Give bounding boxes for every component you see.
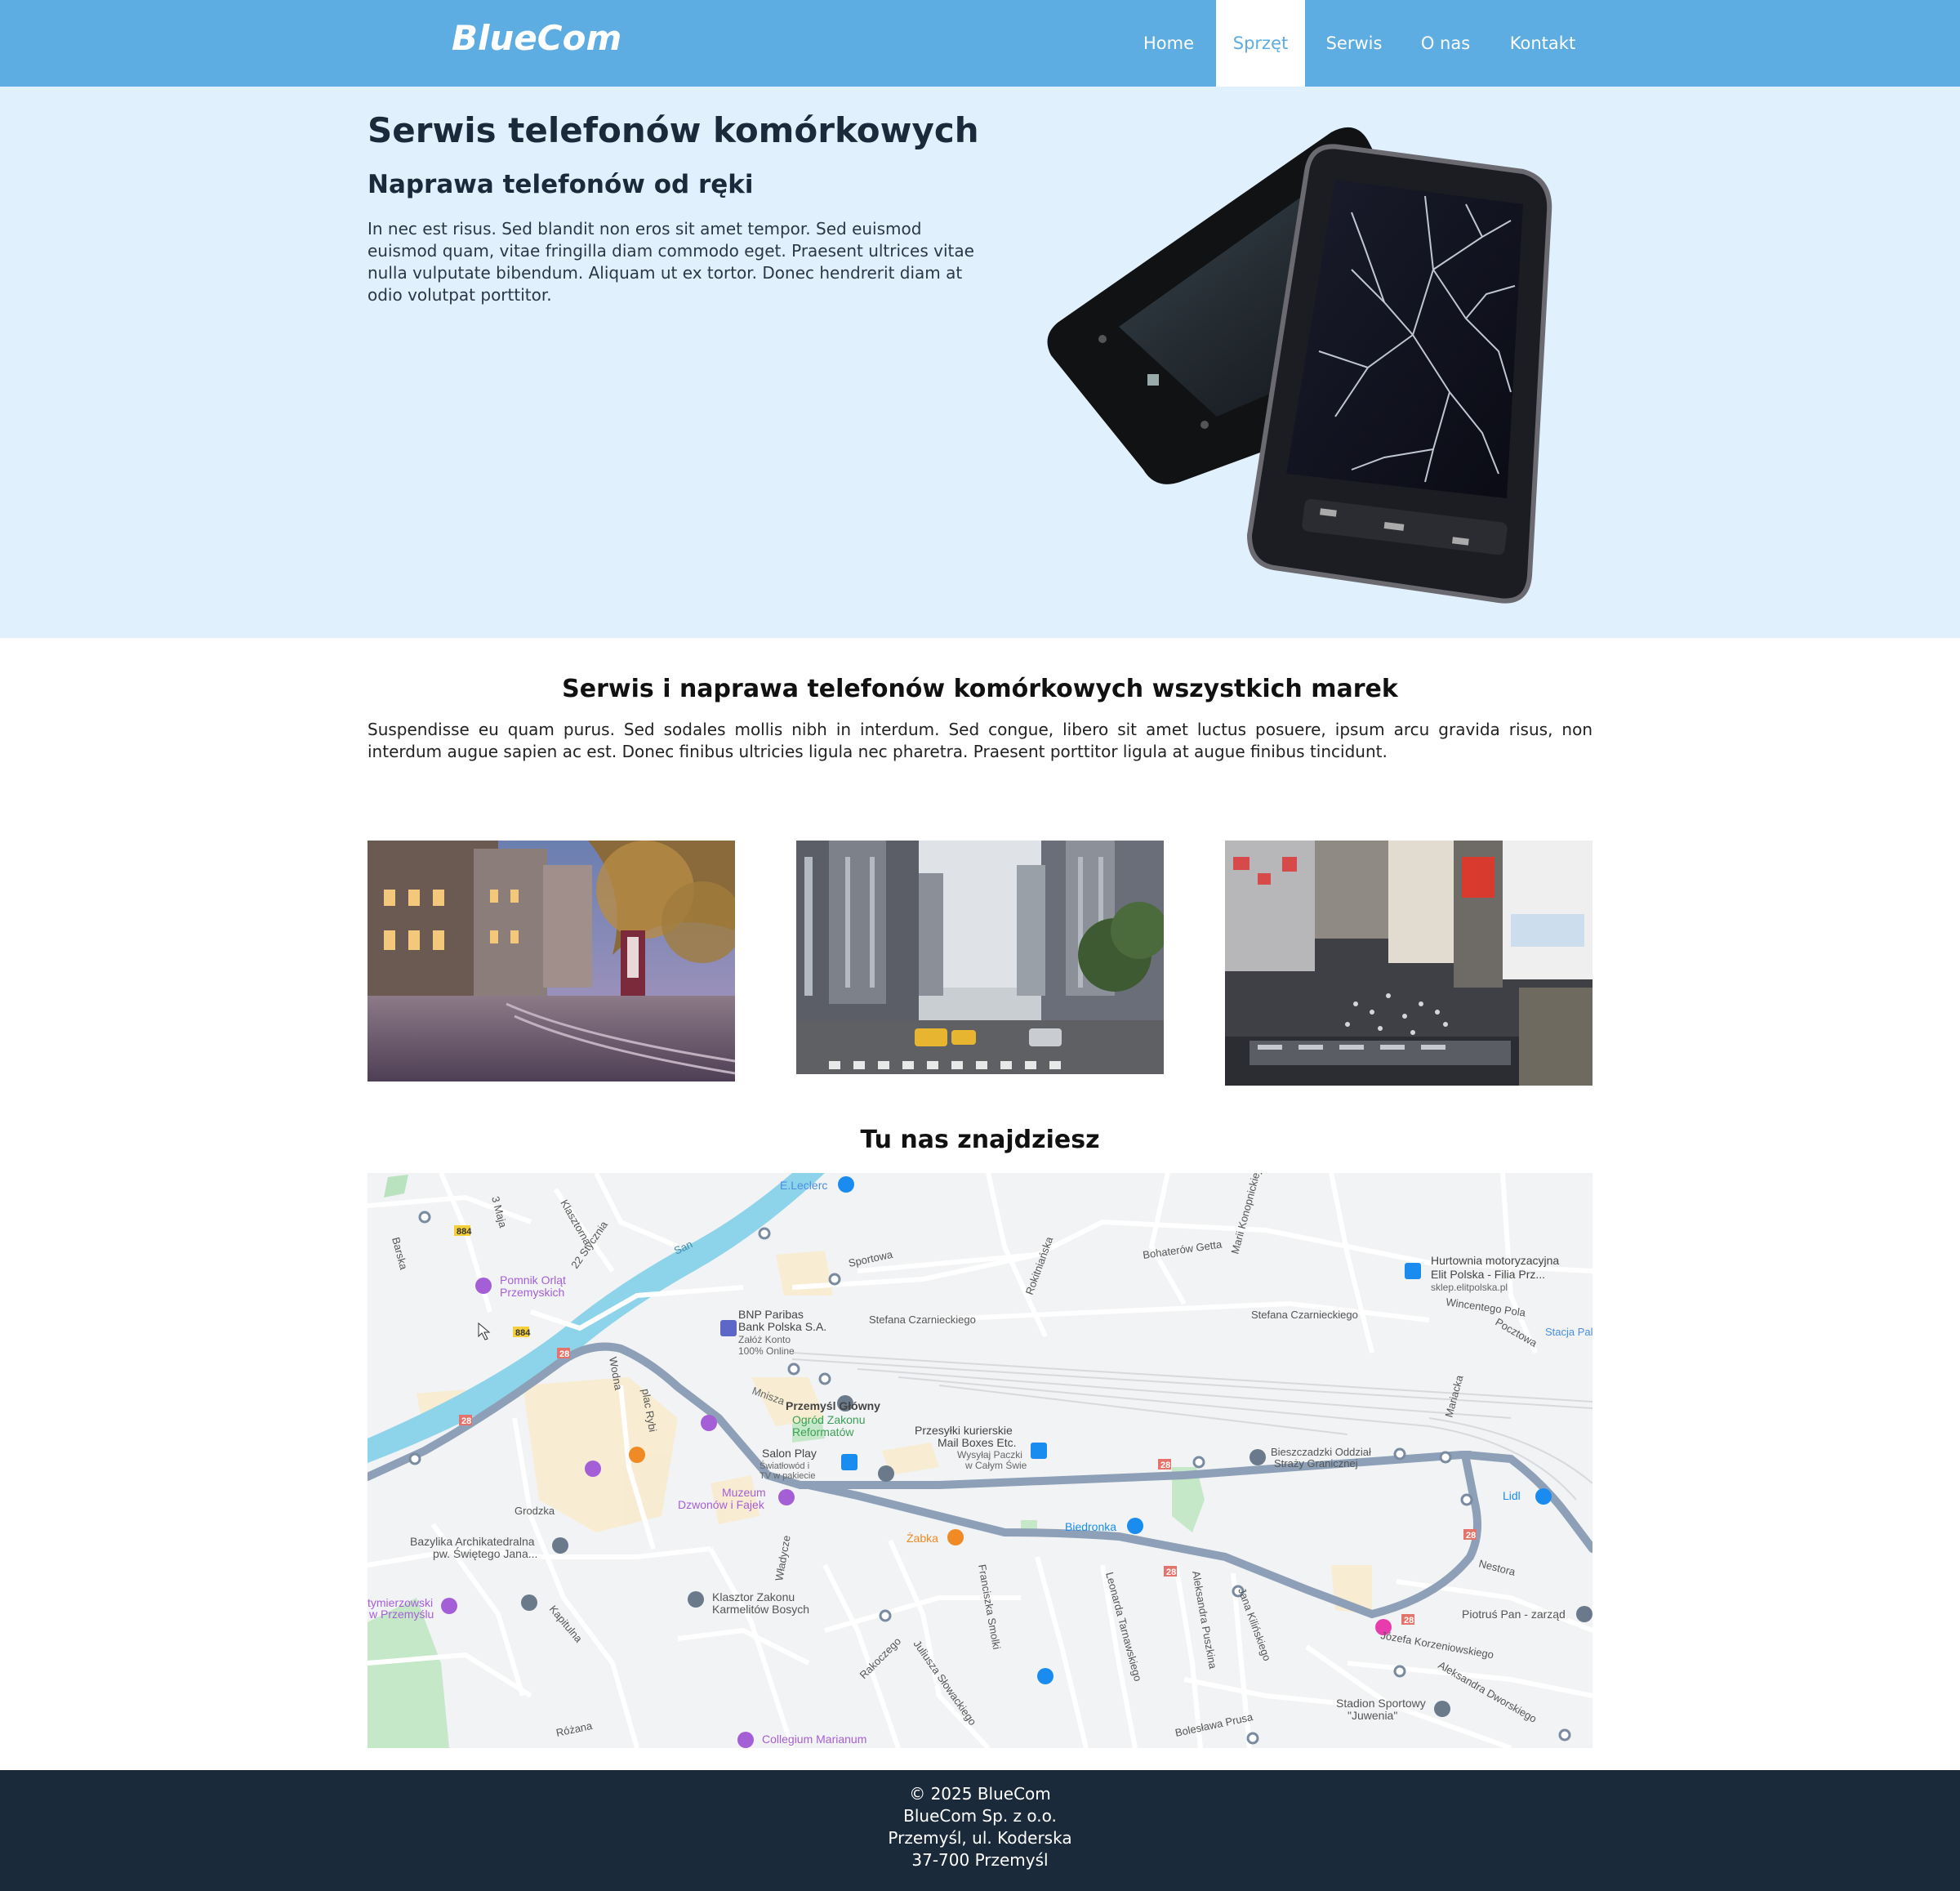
map-label-czarnieckiego-2: Stefana Czarnieckiego	[1251, 1309, 1358, 1321]
map-label-salon-1: Salon Play	[762, 1447, 817, 1460]
road-badge-28: 28	[461, 1416, 471, 1426]
road-badge-28: 28	[1166, 1568, 1176, 1577]
map-label-collegium: Collegium Marianum	[762, 1733, 866, 1746]
footer-company: BlueCom Sp. z o.o.	[903, 1806, 1057, 1826]
map-label-stadion-1: Stadion Sportowy	[1336, 1697, 1426, 1710]
map-label-czarnieckiego-1: Stefana Czarnieckiego	[869, 1313, 976, 1326]
map-label-pomnik-2: Przemyskich	[500, 1286, 564, 1299]
map-label-hurtownia-3: sklep.elitpolska.pl	[1431, 1282, 1508, 1293]
map-label-dworzec: Przemyśl Główny	[786, 1399, 880, 1412]
nav-o-nas[interactable]: O nas	[1410, 0, 1481, 87]
road-badge-28: 28	[1404, 1616, 1414, 1626]
map-label-bnp-3: Załóż Konto	[738, 1334, 791, 1345]
map-label-lidl: Lidl	[1503, 1489, 1521, 1502]
city-street-day-photo	[796, 841, 1164, 1074]
map-label-salon-2: Światłowód i	[760, 1461, 809, 1471]
road-badge-28: 28	[1466, 1531, 1476, 1541]
map-label-muzeum-2: Dzwonów i Fajek	[678, 1498, 765, 1511]
footer-postal: 37-700 Przemyśl	[911, 1850, 1049, 1870]
map-label-biedronka: Biedronka	[1065, 1520, 1116, 1533]
map-label-bnp-1: BNP Paribas	[738, 1308, 804, 1321]
footer-copyright: © 2025 BlueCom	[909, 1784, 1051, 1804]
nav-sprzet[interactable]: Sprzęt	[1216, 0, 1305, 87]
top-navigation-bar: BlueCom Home Sprzęt Serwis O nas Kontakt	[0, 0, 1960, 87]
site-footer: © 2025 BlueCom BlueCom Sp. z o.o. Przemy…	[0, 1770, 1960, 1891]
map-label-bazylika-1: Bazylika Archikatedralna	[410, 1535, 535, 1548]
hero-section	[0, 87, 1960, 638]
map-label-bazylika-2: pw. Świętego Jana...	[433, 1546, 537, 1560]
map-label-hurtownia-2: Elit Polska - Filia Prz...	[1431, 1268, 1545, 1281]
site-logo[interactable]: BlueCom	[452, 18, 621, 58]
broken-phones-image	[1047, 127, 1552, 604]
map-label-zabka: Żabka	[906, 1531, 938, 1545]
map-label-hurtownia-1: Hurtownia motoryzacyjna	[1431, 1254, 1559, 1267]
nav-home[interactable]: Home	[1129, 0, 1209, 87]
city-street-night-photo	[368, 841, 735, 1082]
map-label-ogrod-2: Reformatów	[792, 1425, 854, 1438]
road-badge-884: 884	[457, 1227, 472, 1237]
hero-title: Serwis telefonów komórkowych	[368, 110, 979, 150]
section-title: Serwis i naprawa telefonów komórkowych w…	[562, 675, 1398, 703]
map-label-klasztor-2: Karmelitów Bosych	[712, 1603, 809, 1616]
map-label-bnp-2: Bank Polska S.A.	[738, 1320, 826, 1333]
map-label-przesylki-3: Wysyłaj Paczki	[957, 1449, 1022, 1461]
road-badge-884: 884	[515, 1328, 531, 1338]
map-title: Tu nas znajdziesz	[860, 1126, 1100, 1154]
map-label-klasztor-1: Klasztor Zakonu	[712, 1590, 795, 1603]
map-label-piotrus: Piotruś Pan - zarząd	[1462, 1608, 1566, 1621]
map-label-bnp-4: 100% Online	[738, 1345, 795, 1357]
map-label-muzeum-1: Muzeum	[722, 1486, 766, 1499]
map-label-tymierzowski-2: w Przemyślu	[368, 1608, 434, 1621]
map-label-bieszczadzki-2: Straży Granicznej	[1274, 1457, 1358, 1470]
map-label-przesylki-2: Mail Boxes Etc.	[938, 1436, 1016, 1449]
map-label-stacja: Stacja Paliw	[1545, 1326, 1592, 1338]
map-label-ogrod-1: Ogród Zakonu	[792, 1413, 866, 1426]
map-label-grodzka: Grodzka	[514, 1505, 555, 1517]
hero-paragraph: In nec est risus. Sed blandit non eros s…	[368, 219, 974, 305]
map-label-salon-3: TV w pakiecie	[760, 1471, 815, 1481]
hero-subtitle: Naprawa telefonów od ręki	[368, 170, 754, 199]
map-label-eleclerc: E.Leclerc	[780, 1179, 827, 1192]
city-crossing-photo	[1225, 841, 1592, 1086]
section-paragraph: Suspendisse eu quam purus. Sed sodales m…	[368, 720, 1592, 761]
map-label-stadion-2: "Juwenia"	[1348, 1709, 1397, 1722]
map-label-przesylki-1: Przesyłki kurierskie	[915, 1424, 1013, 1437]
nav-kontakt[interactable]: Kontakt	[1501, 0, 1584, 87]
location-map[interactable]: 884 884 28 28 28 28 28 28 E.Leclerc Spor…	[368, 1173, 1592, 1748]
map-label-pomnik-1: Pomnik Orląt	[500, 1273, 566, 1287]
road-badge-28: 28	[559, 1349, 569, 1359]
footer-address: Przemyśl, ul. Koderska	[888, 1828, 1072, 1848]
nav-serwis[interactable]: Serwis	[1313, 0, 1395, 87]
road-badge-28: 28	[1160, 1461, 1170, 1470]
map-label-przesylki-4: w Całym Świe	[964, 1459, 1027, 1471]
map-label-bieszczadzki-1: Bieszczadzki Oddział	[1271, 1446, 1371, 1458]
